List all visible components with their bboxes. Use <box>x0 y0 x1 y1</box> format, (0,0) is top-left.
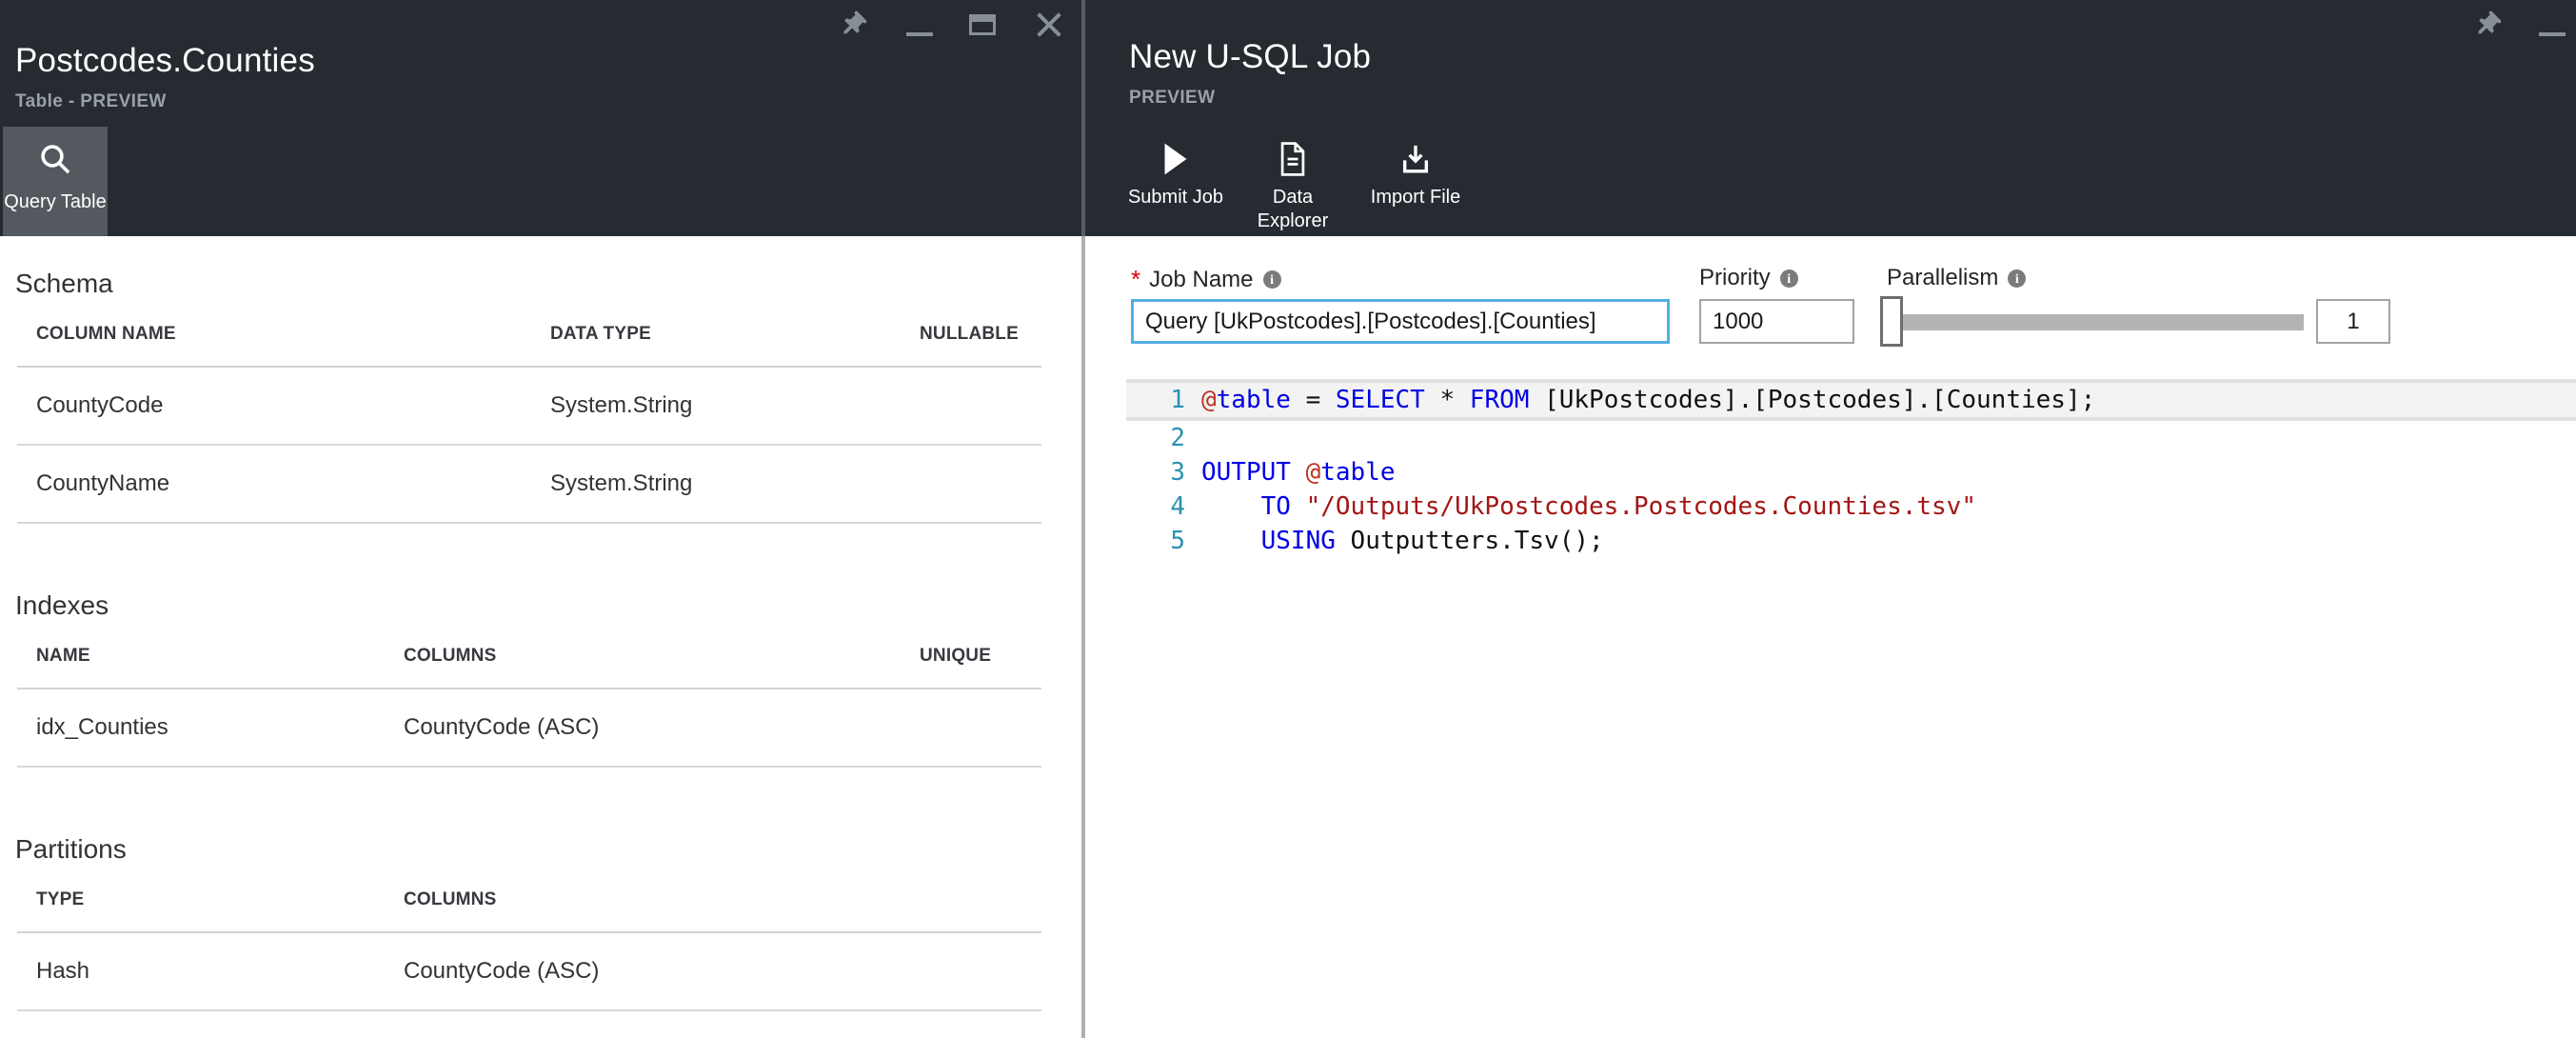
schema-header-row: COLUMN NAME DATA TYPE NULLABLE <box>17 324 1041 367</box>
info-icon[interactable] <box>1263 270 1281 289</box>
code-text: OUTPUT @table <box>1185 455 1396 489</box>
line-number: 5 <box>1126 524 1185 558</box>
document-icon <box>1278 141 1307 177</box>
submit-job-label: Submit Job <box>1128 186 1223 210</box>
priority-input[interactable] <box>1699 299 1854 344</box>
indexes-heading: Indexes <box>15 590 1081 621</box>
cell-partition-type: Hash <box>17 932 385 1010</box>
job-form: * Job Name Priority Parallelism <box>1085 236 2576 379</box>
submit-job-button[interactable]: Submit Job <box>1125 141 1226 210</box>
column-header: TYPE <box>17 889 385 932</box>
cell-column-name: CountyCode <box>17 367 531 445</box>
cell-data-type: System.String <box>531 445 901 523</box>
code-text: TO "/Outputs/UkPostcodes.Postcodes.Count… <box>1185 489 1976 524</box>
indexes-header-row: NAME COLUMNS UNIQUE <box>17 646 1041 689</box>
cell-data-type: System.String <box>531 367 901 445</box>
table-blade-header: Postcodes.Counties Table - PREVIEW Query… <box>0 0 1081 236</box>
job-toolbar: Submit Job Data Explorer <box>1125 141 1493 233</box>
cell-column-name: CountyName <box>17 445 531 523</box>
code-line[interactable]: 5 USING Outputters.Tsv(); <box>1126 524 2576 558</box>
job-blade-header: New U-SQL Job PREVIEW Submit Job <box>1085 0 2576 236</box>
page-title: Postcodes.Counties <box>15 42 315 80</box>
cell-partition-columns: CountyCode (ASC) <box>385 932 1041 1010</box>
table-row: idx_Counties CountyCode (ASC) <box>17 689 1041 767</box>
code-line[interactable]: 1 @table = SELECT * FROM [UkPostcodes].[… <box>1126 379 2576 421</box>
table-blade: Postcodes.Counties Table - PREVIEW Query… <box>0 0 1081 1038</box>
line-number: 2 <box>1126 421 1185 455</box>
data-explorer-label: Data Explorer <box>1247 186 1338 233</box>
pin-icon[interactable] <box>2470 8 2505 42</box>
table-row: CountyName System.String <box>17 445 1041 523</box>
minimize-icon[interactable] <box>902 8 937 42</box>
page-subtitle: Table - PREVIEW <box>15 91 167 112</box>
minimize-icon[interactable] <box>2535 8 2569 42</box>
parallelism-value-input[interactable] <box>2316 299 2390 344</box>
cell-index-columns: CountyCode (ASC) <box>385 689 901 767</box>
code-line[interactable]: 3 OUTPUT @table <box>1126 455 2576 489</box>
parallelism-label: Parallelism <box>1887 265 2026 291</box>
column-header: COLUMN NAME <box>17 324 531 367</box>
info-icon[interactable] <box>1780 269 1798 288</box>
close-icon[interactable] <box>1032 8 1066 42</box>
query-table-button[interactable]: Query Table <box>3 127 108 236</box>
maximize-icon[interactable] <box>965 8 1000 42</box>
job-blade-body: * Job Name Priority Parallelism <box>1085 236 2576 1038</box>
import-download-icon <box>1399 141 1432 177</box>
partitions-header-row: TYPE COLUMNS <box>17 889 1041 932</box>
column-header: COLUMNS <box>385 646 901 689</box>
column-header: DATA TYPE <box>531 324 901 367</box>
data-explorer-button[interactable]: Data Explorer <box>1247 141 1338 233</box>
parallelism-slider-handle[interactable] <box>1880 296 1903 347</box>
new-usql-job-blade: New U-SQL Job PREVIEW Submit Job <box>1085 0 2576 1038</box>
column-header: COLUMNS <box>385 889 1041 932</box>
code-line[interactable]: 4 TO "/Outputs/UkPostcodes.Postcodes.Cou… <box>1126 489 2576 524</box>
column-header: NAME <box>17 646 385 689</box>
priority-label: Priority <box>1699 265 1798 291</box>
search-icon <box>38 127 72 181</box>
azure-data-lake-window: Postcodes.Counties Table - PREVIEW Query… <box>0 0 2576 1038</box>
line-number: 4 <box>1126 489 1185 524</box>
code-text: USING Outputters.Tsv(); <box>1185 524 1604 558</box>
cell-index-unique <box>901 689 1041 767</box>
play-icon <box>1161 141 1190 177</box>
import-file-label: Import File <box>1371 186 1460 210</box>
partitions-heading: Partitions <box>15 834 1081 865</box>
import-file-button[interactable]: Import File <box>1359 141 1472 210</box>
table-row: Hash CountyCode (ASC) <box>17 932 1041 1010</box>
parallelism-slider-track[interactable] <box>1903 314 2304 330</box>
code-text <box>1185 421 1201 455</box>
schema-heading: Schema <box>15 269 1081 299</box>
job-name-input[interactable] <box>1131 299 1670 344</box>
partitions-table: TYPE COLUMNS Hash CountyCode (ASC) <box>17 889 1041 1011</box>
cell-nullable <box>901 445 1041 523</box>
info-icon[interactable] <box>2008 269 2026 288</box>
code-line[interactable]: 2 <box>1126 421 2576 455</box>
page-subtitle: PREVIEW <box>1129 88 1215 109</box>
indexes-table: NAME COLUMNS UNIQUE idx_Counties CountyC… <box>17 646 1041 768</box>
code-text: @table = SELECT * FROM [UkPostcodes].[Po… <box>1185 383 2095 417</box>
line-number: 3 <box>1126 455 1185 489</box>
schema-table: COLUMN NAME DATA TYPE NULLABLE CountyCod… <box>17 324 1041 524</box>
required-asterisk: * <box>1131 265 1140 294</box>
pin-icon[interactable] <box>836 8 870 42</box>
job-name-label: * Job Name <box>1131 265 1281 294</box>
line-number: 1 <box>1126 383 1185 417</box>
column-header: NULLABLE <box>901 324 1041 367</box>
table-row: CountyCode System.String <box>17 367 1041 445</box>
cell-index-name: idx_Counties <box>17 689 385 767</box>
usql-code-editor[interactable]: 1 @table = SELECT * FROM [UkPostcodes].[… <box>1085 379 2576 1038</box>
query-table-label: Query Table <box>4 190 106 213</box>
page-title: New U-SQL Job <box>1129 38 1371 76</box>
cell-nullable <box>901 367 1041 445</box>
column-header: UNIQUE <box>901 646 1041 689</box>
table-blade-content: Schema COLUMN NAME DATA TYPE NULLABLE Co… <box>0 236 1081 1038</box>
